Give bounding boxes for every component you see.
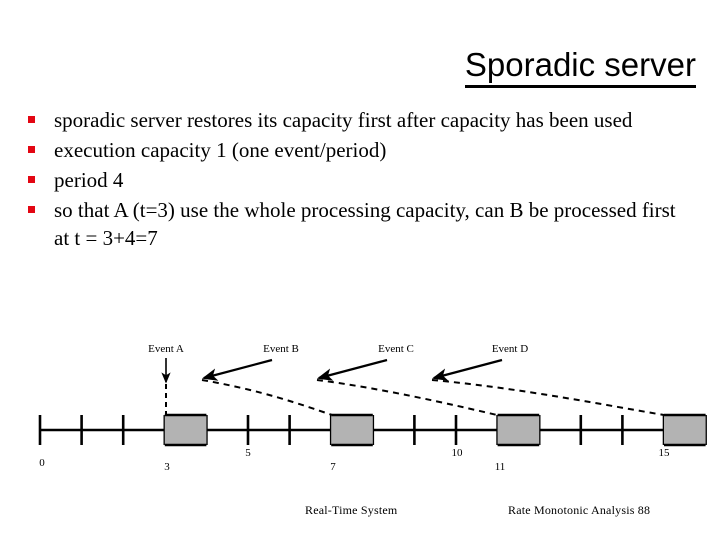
tick-label-3: 3 xyxy=(164,461,170,473)
list-item-label: execution capacity 1 (one event/period) xyxy=(54,138,387,162)
event-b-dashed-path xyxy=(201,379,333,416)
tick-label-11: 11 xyxy=(495,461,506,473)
bullet-square-icon xyxy=(28,116,35,123)
tick-label-7: 7 xyxy=(330,461,336,473)
timeline-diagram: Event A Event B Event C Event D 0 3 5 7 … xyxy=(0,330,720,480)
event-c-arrow xyxy=(316,358,388,381)
slide-canvas: Sporadic server sporadic server restores… xyxy=(0,0,720,540)
bullet-square-icon xyxy=(28,146,35,153)
footer-right-text: Rate Monotonic Analysis 88 xyxy=(508,503,651,517)
list-item: sporadic server restores its capacity fi… xyxy=(14,106,694,134)
bullet-list: sporadic server restores its capacity fi… xyxy=(14,106,694,254)
execution-block-d xyxy=(664,415,706,445)
event-d-arrow xyxy=(431,358,503,381)
event-label-b: Event B xyxy=(263,343,299,355)
event-label-d: Event D xyxy=(492,343,528,355)
page-title-text: Sporadic server xyxy=(464,46,696,88)
list-item: so that A (t=3) use the whole processing… xyxy=(14,196,694,252)
list-item: period 4 xyxy=(14,166,694,194)
bullet-square-icon xyxy=(28,206,35,213)
execution-block-b xyxy=(331,415,373,445)
list-item: execution capacity 1 (one event/period) xyxy=(14,136,694,164)
tick-label-5: 5 xyxy=(245,447,251,459)
tick-label-15: 15 xyxy=(659,447,671,459)
list-item-label: so that A (t=3) use the whole processing… xyxy=(54,198,676,250)
event-label-a: Event A xyxy=(148,343,184,355)
footer-left-text: Real-Time System xyxy=(305,503,398,517)
event-label-c: Event C xyxy=(378,343,414,355)
event-c-dashed-path xyxy=(316,379,498,416)
list-item-label: sporadic server restores its capacity fi… xyxy=(54,108,633,132)
event-b-arrow xyxy=(201,358,273,381)
execution-block-c xyxy=(497,415,540,445)
bullet-square-icon xyxy=(28,176,35,183)
tick-label-10: 10 xyxy=(452,447,464,459)
tick-label-0: 0 xyxy=(39,457,45,469)
list-item-label: period 4 xyxy=(54,168,124,192)
execution-block-a xyxy=(164,415,207,445)
page-title: Sporadic server xyxy=(36,46,696,88)
event-d-dashed-path xyxy=(431,379,665,416)
